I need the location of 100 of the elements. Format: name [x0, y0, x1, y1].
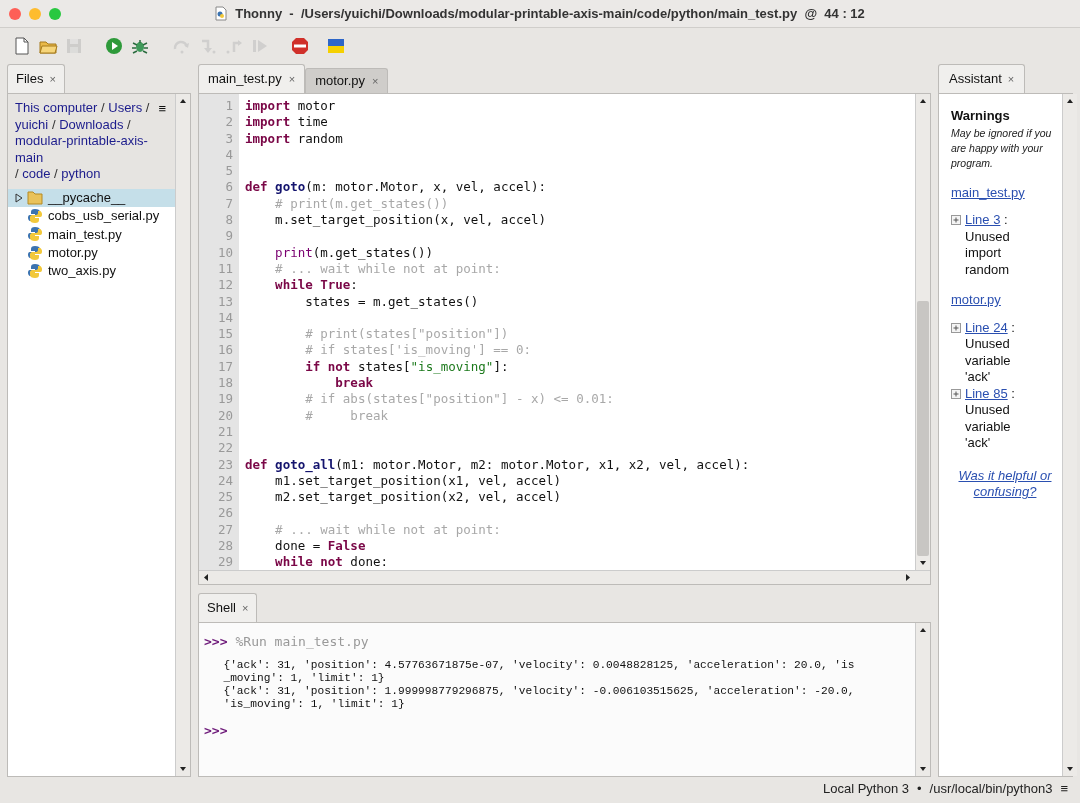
- expand-plus-icon[interactable]: [951, 215, 961, 225]
- path-separator: /: [101, 100, 105, 115]
- line-number: 28: [216, 538, 233, 555]
- path-separator: /: [15, 166, 19, 181]
- code-line: # if abs(states["position"] - x) <= 0.01:: [304, 391, 615, 408]
- separator-dot: •: [917, 780, 922, 799]
- code-line: while True:: [274, 277, 359, 294]
- shell-prompt: >>>: [204, 633, 228, 652]
- scrollbar-thumb[interactable]: [917, 301, 929, 556]
- code-line: # ... wait while not at point:: [274, 521, 502, 538]
- vertical-scrollbar[interactable]: [175, 94, 190, 776]
- window-title: Thonny - /Users/yuichi/Downloads/modular-printable-axis-main/code/python/main_test.py @ 44 : 12: [235, 4, 865, 23]
- close-icon[interactable]: ×: [1007, 70, 1015, 88]
- menu-icon[interactable]: ≡: [1060, 779, 1068, 799]
- path-separator: /: [127, 116, 131, 132]
- line-number: 15: [216, 326, 233, 343]
- path-separator: /: [54, 166, 58, 181]
- line-number: 10: [216, 244, 233, 261]
- line-number: 9: [224, 228, 233, 245]
- colon-separator: :: [1004, 212, 1008, 227]
- file-link[interactable]: main_test.py: [951, 182, 1025, 202]
- new-file-icon[interactable]: [12, 36, 32, 56]
- files-tab[interactable]: Files ×: [7, 64, 65, 93]
- path-separator: /: [51, 116, 56, 132]
- code-line: def goto(m: motor.Motor, x, vel, accel):: [245, 179, 548, 196]
- python-file-icon: [27, 244, 43, 261]
- path-separator: /: [145, 100, 150, 115]
- file-tree-item[interactable]: two_axis.py: [8, 261, 175, 280]
- file-link[interactable]: motor.py: [951, 290, 1001, 310]
- line-number: 12: [216, 277, 233, 294]
- line-number: 21: [216, 423, 233, 441]
- line-number: 25: [216, 489, 233, 506]
- code-line: # break: [304, 407, 389, 424]
- line-number: 26: [216, 505, 233, 522]
- flag-icon[interactable]: [326, 36, 346, 56]
- line-number: 13: [216, 293, 233, 310]
- path-link[interactable]: Users: [108, 100, 143, 117]
- stop-sign-icon[interactable]: [290, 36, 310, 56]
- warning-message: Unused variable 'ack': [965, 336, 1012, 386]
- code-line: if not states["is_moving"]:: [304, 358, 510, 376]
- python-file-icon: [27, 262, 43, 279]
- shell-output-line: {'ack': 31, 'position': 1.999998779296875, 'velocity': -0.006103515625, 'acceleration': -20.0,: [222, 685, 856, 698]
- warning-message: Unused import random: [965, 228, 1011, 278]
- expand-plus-icon[interactable]: [951, 322, 961, 333]
- line-number: 27: [216, 521, 233, 538]
- line-number: 11: [216, 260, 233, 278]
- line-number: 8: [224, 212, 233, 229]
- shell-output-line: 'is_moving': 1, 'limit': 1}: [222, 698, 406, 711]
- interpreter-path[interactable]: /usr/local/bin/python3: [929, 779, 1053, 799]
- feedback-link[interactable]: Was it helpful or confusing?: [951, 467, 1059, 501]
- line-link[interactable]: Line 24: [965, 319, 1008, 335]
- python-file-icon: [27, 226, 43, 243]
- vertical-scrollbar[interactable]: [915, 94, 930, 570]
- menu-icon[interactable]: ≡: [158, 99, 166, 119]
- code-line: # ... wait while not at point:: [274, 260, 502, 278]
- file-tree-item[interactable]: main_test.py: [8, 225, 175, 244]
- code-line: def goto_all(m1: motor.Motor, m2: motor.Motor, x1, x2, vel, accel):: [245, 456, 751, 473]
- line-number: 3: [224, 130, 233, 147]
- warnings-subtitle: May be ignored if you are happy with your program.: [951, 125, 1053, 171]
- play-icon[interactable]: [104, 36, 124, 56]
- close-window-button[interactable]: [9, 8, 21, 20]
- line-number: 4: [224, 146, 233, 164]
- code-line: m.set_target_position(x, vel, accel): [274, 212, 548, 229]
- code-line: import random: [245, 130, 344, 147]
- vertical-scrollbar[interactable]: [915, 623, 930, 776]
- path-link[interactable]: python: [61, 166, 101, 183]
- code-line: # print(states["position"]): [304, 326, 510, 343]
- line-number: 16: [216, 342, 233, 359]
- line-link[interactable]: Line 85: [965, 385, 1008, 401]
- close-icon[interactable]: ×: [372, 72, 379, 90]
- colon-separator: :: [1011, 319, 1015, 335]
- horizontal-scrollbar[interactable]: [199, 570, 930, 584]
- path-link[interactable]: This computer: [15, 100, 98, 117]
- vertical-scrollbar[interactable]: [1062, 94, 1077, 776]
- expand-plus-icon[interactable]: [951, 388, 961, 399]
- editor-tab[interactable]: main_test.py ×: [198, 64, 306, 93]
- path-link[interactable]: yuichi: [15, 116, 49, 133]
- line-link[interactable]: Line 3: [965, 212, 1001, 227]
- line-number: 1: [224, 98, 233, 115]
- shell-tab[interactable]: Shell ×: [198, 593, 258, 622]
- interpreter-label[interactable]: Local Python 3: [822, 779, 909, 799]
- expand-triangle-icon[interactable]: [14, 192, 24, 203]
- file-tree-item[interactable]: cobs_usb_serial.py: [8, 206, 175, 226]
- path-link[interactable]: Downloads: [59, 116, 124, 133]
- code-line: while not done:: [274, 554, 389, 570]
- close-icon[interactable]: ×: [288, 70, 296, 88]
- line-number: 17: [216, 358, 233, 376]
- close-icon[interactable]: ×: [241, 599, 249, 617]
- warnings-heading: Warnings: [951, 107, 1011, 125]
- shell-prompt: >>>: [204, 722, 228, 741]
- code-line: m2.set_target_position(x2, vel, accel): [274, 489, 563, 506]
- shell-command: %Run main_test.py: [235, 633, 369, 652]
- editor-tab[interactable]: motor.py ×: [305, 68, 389, 93]
- path-link[interactable]: code: [22, 166, 51, 183]
- shell-output-line: _moving': 1, 'limit': 1}: [222, 672, 386, 685]
- assistant-tab[interactable]: Assistant ×: [938, 64, 1026, 93]
- close-icon[interactable]: ×: [49, 70, 56, 88]
- file-tree-item[interactable]: motor.py: [8, 243, 175, 262]
- line-number: 29: [216, 554, 233, 571]
- code-line: # if states['is_moving'] == 0:: [304, 342, 532, 359]
